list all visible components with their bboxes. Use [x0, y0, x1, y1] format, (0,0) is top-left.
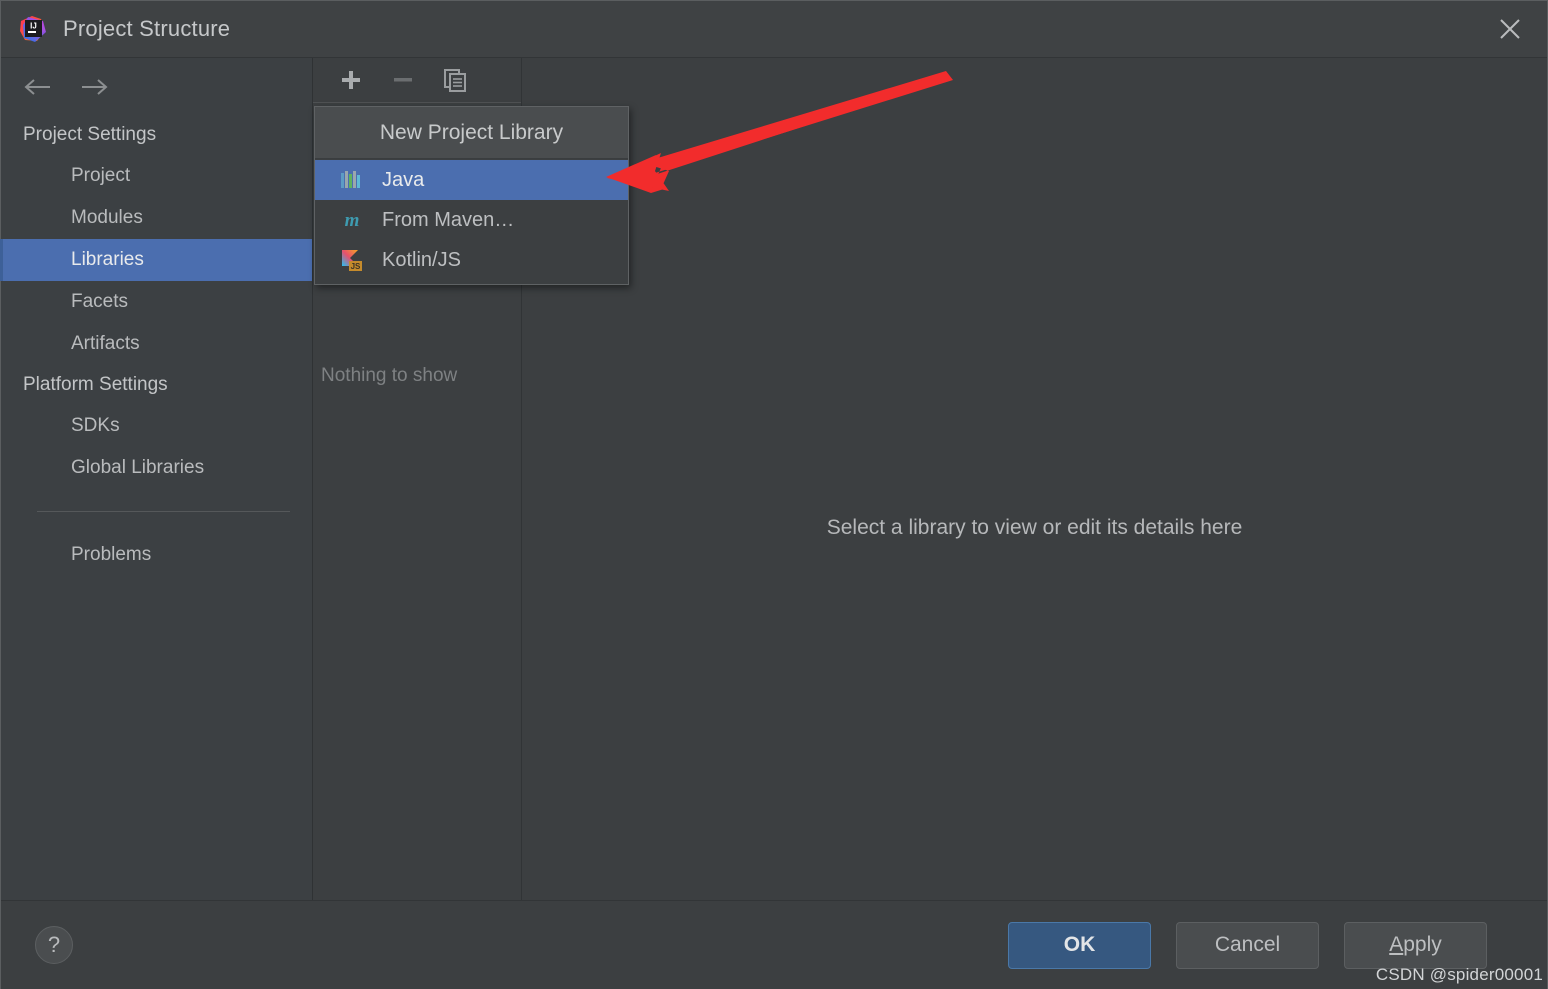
sidebar-item-global-libraries[interactable]: Global Libraries — [1, 447, 312, 489]
tree-group-platform-settings: Platform Settings — [23, 374, 168, 395]
svg-text:JS: JS — [351, 262, 361, 271]
minus-icon — [390, 67, 416, 93]
dialog-footer: ? OK Cancel Apply CSDN @spider00001 — [1, 901, 1547, 989]
popup-item-from-maven[interactable]: m From Maven… — [315, 200, 628, 240]
popup-item-kotlin-js[interactable]: JS Kotlin/JS — [315, 240, 628, 280]
copy-icon[interactable] — [442, 67, 468, 93]
question-mark-icon[interactable]: ? — [35, 926, 73, 964]
dialog-body: Project Settings Project Modules Librari… — [0, 58, 1547, 901]
popup-item-label: Kotlin/JS — [382, 248, 461, 271]
detail-panel-hint: Select a library to view or edit its det… — [826, 516, 1243, 539]
arrow-right-icon[interactable] — [79, 75, 111, 99]
sidebar-item-project[interactable]: Project — [1, 155, 312, 197]
cancel-button[interactable]: Cancel — [1176, 921, 1319, 969]
libraries-toolbar — [313, 58, 521, 103]
apply-button[interactable]: Apply — [1344, 921, 1487, 969]
dialog-action-buttons: OK Cancel Apply — [1008, 921, 1487, 969]
popup-header-label: New Project Library — [315, 107, 628, 159]
settings-sidebar: Project Settings Project Modules Librari… — [0, 58, 313, 900]
sidebar-item-libraries[interactable]: Libraries — [0, 239, 312, 281]
popup-item-list: Java m From Maven… JS Kotlin/JS — [315, 159, 628, 284]
close-icon[interactable] — [1473, 1, 1547, 57]
new-project-library-popup: New Project Library Java m From Maven… J… — [314, 106, 629, 285]
maven-icon: m — [339, 207, 365, 233]
plus-icon[interactable] — [338, 67, 364, 93]
sidebar-item-sdks[interactable]: SDKs — [1, 405, 312, 447]
ok-button[interactable]: OK — [1008, 921, 1151, 969]
popup-item-label: From Maven… — [382, 208, 515, 231]
popup-item-label: Java — [382, 168, 425, 191]
intellij-idea-logo-icon: IJ — [19, 15, 47, 43]
sidebar-item-facets[interactable]: Facets — [1, 281, 312, 323]
sidebar-item-artifacts[interactable]: Artifacts — [1, 323, 312, 365]
settings-tree: Project Settings Project Modules Librari… — [0, 115, 312, 576]
dialog-title: Project Structure — [63, 16, 231, 41]
watermark-text: CSDN @spider00001 — [1375, 965, 1543, 984]
java-library-icon — [339, 167, 365, 193]
dialog-titlebar: IJ Project Structure — [1, 1, 1547, 58]
apply-button-mnemonic: A — [1389, 933, 1404, 956]
tree-group-project-settings: Project Settings — [23, 124, 157, 145]
sidebar-divider — [37, 511, 290, 512]
kotlin-js-icon: JS — [339, 247, 365, 273]
project-structure-dialog: IJ Project Structure Project Settings Pr… — [0, 0, 1548, 989]
svg-text:IJ: IJ — [30, 22, 37, 31]
sidebar-item-modules[interactable]: Modules — [1, 197, 312, 239]
apply-button-rest: pply — [1403, 933, 1442, 956]
popup-item-java[interactable]: Java — [315, 160, 628, 200]
arrow-left-icon[interactable] — [21, 75, 53, 99]
library-detail-panel: Select a library to view or edit its det… — [522, 58, 1547, 900]
sidebar-nav-arrows — [1, 58, 312, 115]
svg-text:m: m — [345, 210, 360, 231]
sidebar-item-problems[interactable]: Problems — [1, 534, 312, 576]
